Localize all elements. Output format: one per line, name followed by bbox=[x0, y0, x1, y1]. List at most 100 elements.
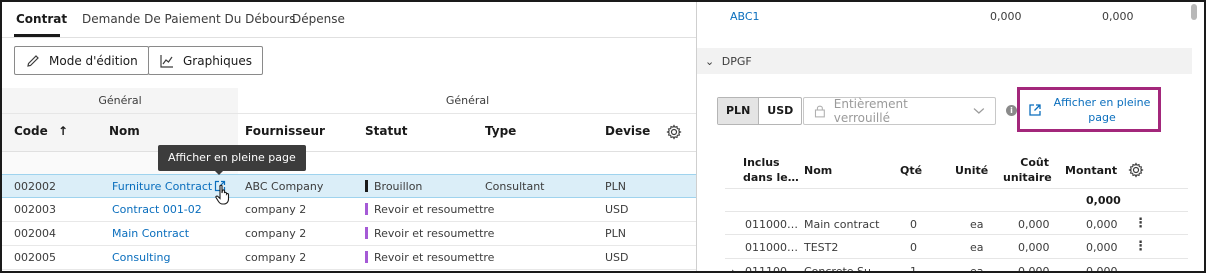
tab-bar: Contrat Demande De Paiement Du Débours D… bbox=[2, 2, 697, 38]
pencil-icon bbox=[27, 54, 39, 67]
cell-name-link[interactable]: Consulting bbox=[112, 251, 170, 264]
charts-button[interactable]: Graphiques bbox=[148, 46, 263, 75]
cell-status: Revoir et resoumettre bbox=[365, 203, 494, 216]
lock-icon bbox=[814, 105, 825, 118]
group-header-general-right: Général bbox=[445, 94, 490, 107]
cell-unit: ea bbox=[970, 218, 984, 231]
column-header-code[interactable]: Code ↑ bbox=[14, 124, 68, 138]
table-row[interactable]: 002002 Furniture Contract ABC Company Br… bbox=[2, 174, 697, 205]
dpgf-title: DPGF bbox=[721, 55, 752, 68]
tab-demande-paiement[interactable]: Demande De Paiement Du Débours bbox=[82, 12, 296, 26]
column-header-statut[interactable]: Statut bbox=[365, 124, 408, 138]
table-row[interactable]: 002005 Consulting company 2 Revoir et re… bbox=[2, 246, 697, 270]
status-label: Brouillon bbox=[374, 180, 423, 193]
column-settings-gear-icon[interactable] bbox=[1128, 162, 1144, 178]
divider bbox=[725, 211, 1188, 212]
line-chart-icon bbox=[160, 54, 173, 68]
dpgf-section-toggle[interactable]: ⌄ DPGF bbox=[705, 55, 752, 68]
status-label: Revoir et resoumettre bbox=[374, 227, 495, 240]
status-indicator bbox=[365, 227, 368, 239]
detail-panel: ABC1 0,000 0,000 ⌄ DPGF PLN USD Entièrem… bbox=[697, 2, 1204, 273]
tab-contrat[interactable]: Contrat bbox=[16, 12, 67, 26]
cell-name-link[interactable]: Furniture Contract bbox=[112, 180, 212, 193]
currency-usd-button[interactable]: USD bbox=[759, 98, 801, 124]
cell-unit: ea bbox=[970, 241, 984, 254]
edit-mode-label: Mode d'édition bbox=[49, 53, 138, 68]
cell-status: Revoir et resoumettre bbox=[365, 227, 494, 240]
cell-code: 002004 bbox=[14, 227, 56, 240]
cell-amount: 0,000 bbox=[1086, 218, 1118, 231]
tooltip: Afficher en pleine page bbox=[158, 145, 306, 171]
sort-ascending-icon[interactable]: ↑ bbox=[58, 124, 68, 138]
column-header-type[interactable]: Type bbox=[485, 124, 516, 138]
cell-currency: PLN bbox=[605, 180, 626, 193]
row-menu-icon[interactable]: ⋮ bbox=[1134, 216, 1147, 231]
column-header-qty[interactable]: Qté bbox=[900, 163, 922, 178]
status-indicator bbox=[365, 203, 368, 215]
dpgf-section-header[interactable] bbox=[697, 48, 1192, 74]
currency-pln-button[interactable]: PLN bbox=[718, 98, 760, 124]
cell-name-link[interactable]: Main Contract bbox=[112, 227, 189, 240]
cell-status: Revoir et resoumettre bbox=[365, 251, 494, 264]
column-header-amount[interactable]: Montant bbox=[1065, 163, 1117, 178]
tab-depense[interactable]: Dépense bbox=[292, 12, 345, 26]
edit-mode-button[interactable]: Mode d'édition bbox=[14, 46, 149, 75]
external-link-icon bbox=[1029, 104, 1041, 116]
status-label: Revoir et resoumettre bbox=[374, 251, 495, 264]
abc1-link[interactable]: ABC1 bbox=[730, 10, 760, 23]
cell-status: Brouillon bbox=[365, 180, 422, 193]
column-header-devise[interactable]: Devise bbox=[605, 124, 650, 138]
currency-toggle: PLN USD bbox=[717, 97, 803, 125]
table-row[interactable]: 002003 Contract 001-02 company 2 Revoir … bbox=[2, 198, 697, 222]
fullpage-label: Afficher en pleine page bbox=[1053, 96, 1151, 124]
column-header-fournisseur[interactable]: Fournisseur bbox=[245, 124, 325, 138]
cell-currency: USD bbox=[605, 203, 629, 216]
cell-supplier: ABC Company bbox=[245, 180, 324, 193]
column-header-nom[interactable]: Nom bbox=[109, 124, 140, 138]
column-header-unit[interactable]: Unité bbox=[955, 163, 988, 178]
row-menu-icon[interactable]: ⋮ bbox=[1134, 239, 1147, 254]
cell-code: 002002 bbox=[14, 180, 56, 193]
active-tab-indicator bbox=[14, 34, 60, 37]
cell-name-link[interactable]: Contract 001-02 bbox=[112, 203, 202, 216]
group-header-general-left: Général bbox=[2, 88, 238, 113]
cell-code: 002005 bbox=[14, 251, 56, 264]
divider bbox=[725, 188, 1188, 189]
column-settings-gear-icon[interactable] bbox=[666, 124, 682, 140]
cell-name: Concrete Su… bbox=[804, 265, 883, 273]
lock-status-select[interactable]: Entièrement verrouillé bbox=[803, 97, 996, 125]
cell-unit-cost: 0,000 bbox=[1018, 218, 1050, 231]
cell-unit-cost: 0,000 bbox=[1018, 265, 1050, 273]
info-icon[interactable]: i bbox=[1006, 105, 1017, 116]
cell-currency: PLN bbox=[605, 227, 626, 240]
top-row-value: 0,000 bbox=[990, 10, 1022, 23]
cell-supplier: company 2 bbox=[245, 251, 307, 264]
top-row-value: 0,000 bbox=[1102, 10, 1134, 23]
cell-name: TEST2 bbox=[804, 241, 839, 254]
app-window: Contrat Demande De Paiement Du Débours D… bbox=[0, 0, 1206, 273]
cell-code: 011000… bbox=[745, 218, 798, 231]
tooltip-arrow bbox=[214, 170, 224, 175]
divider bbox=[725, 258, 1188, 259]
cell-code: 011100… bbox=[745, 265, 798, 273]
amount-total: 0,000 bbox=[1086, 194, 1121, 207]
column-header-name[interactable]: Nom bbox=[804, 163, 832, 178]
lock-status-value: Entièrement verrouillé bbox=[833, 97, 908, 125]
status-indicator bbox=[365, 180, 368, 192]
cell-type: Consultant bbox=[485, 180, 545, 193]
cell-supplier: company 2 bbox=[245, 203, 307, 216]
chevron-down-icon: ⌄ bbox=[705, 55, 715, 68]
cell-name: Main contract bbox=[804, 218, 880, 231]
table-row[interactable]: 002004 Main Contract company 2 Revoir et… bbox=[2, 222, 697, 246]
chevron-down-icon bbox=[973, 108, 985, 114]
contracts-panel: Contrat Demande De Paiement Du Débours D… bbox=[2, 2, 697, 271]
cell-amount: 0,000 bbox=[1086, 265, 1118, 273]
cell-amount: 0,000 bbox=[1086, 241, 1118, 254]
column-header-included[interactable]: Inclus dans le… bbox=[743, 155, 803, 185]
divider bbox=[725, 234, 1188, 235]
fullpage-link[interactable]: Afficher en pleine page bbox=[1017, 87, 1161, 132]
column-header-unit-cost[interactable]: Coût unitaire bbox=[1003, 155, 1052, 185]
expand-row-icon[interactable]: › bbox=[731, 265, 735, 271]
charts-label: Graphiques bbox=[183, 53, 252, 68]
scrollbar[interactable] bbox=[1191, 4, 1197, 20]
